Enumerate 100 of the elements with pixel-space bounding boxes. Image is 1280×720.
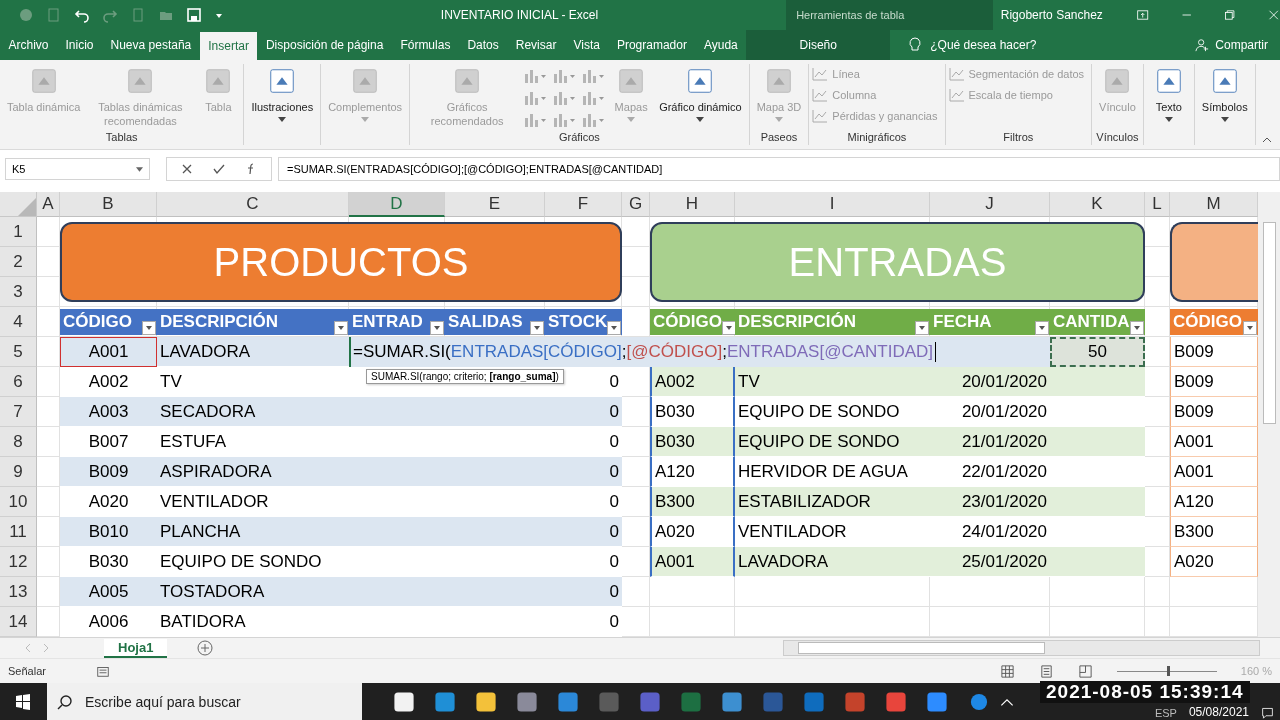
row-header[interactable]: 12 <box>0 547 37 578</box>
add-sheet-icon[interactable] <box>197 640 214 657</box>
collapse-ribbon-icon[interactable] <box>1262 137 1272 144</box>
filter-dropdown-icon[interactable] <box>142 321 156 336</box>
column-header[interactable]: L <box>1145 192 1170 218</box>
check-icon[interactable] <box>213 163 225 176</box>
column-header[interactable]: J <box>930 192 1050 218</box>
table-cell: ESTUFA <box>157 427 349 458</box>
sheet-tab[interactable]: Hoja1 <box>104 638 168 658</box>
ribbon-tab[interactable]: Inicio <box>57 29 103 60</box>
tell-me-search[interactable]: ¿Qué desea hacer? <box>890 29 1037 60</box>
restore-icon[interactable] <box>1223 7 1237 22</box>
ribbon-tab[interactable]: Disposición de página <box>257 29 392 60</box>
save-icon[interactable] <box>186 6 202 23</box>
input-language[interactable]: ESP <box>1154 707 1177 719</box>
app-icon[interactable] <box>474 689 498 714</box>
row-header[interactable]: 11 <box>0 517 37 548</box>
ribbon-tab[interactable]: Vista <box>564 29 609 60</box>
name-box[interactable]: K5 <box>5 158 150 181</box>
horizontal-scrollbar[interactable] <box>783 640 1260 657</box>
row-header[interactable]: 6 <box>0 367 37 398</box>
row-header[interactable]: 8 <box>0 427 37 458</box>
row-header[interactable]: 4 <box>0 307 37 338</box>
column-title: DESCRIPCIÓN <box>738 312 857 333</box>
ribbon-button[interactable]: Texto <box>1146 63 1191 146</box>
sparkline-icon <box>812 88 829 103</box>
column-header[interactable]: I <box>735 192 930 218</box>
column-header[interactable]: F <box>545 192 622 218</box>
filter-dropdown-icon[interactable] <box>721 321 736 336</box>
ribbon-tab[interactable]: Nueva pestaña <box>102 29 200 60</box>
filter-dropdown-icon[interactable] <box>607 321 622 336</box>
table-cell: A120 <box>650 457 735 488</box>
row-header[interactable]: 2 <box>0 247 37 278</box>
app-icon[interactable] <box>392 689 416 714</box>
row-header[interactable]: 5 <box>0 337 37 368</box>
table-cell: 24/01/2020 <box>930 517 1050 548</box>
table-cell: A001 <box>1170 457 1258 488</box>
table-cell: A020 <box>60 487 157 518</box>
cancel-icon[interactable] <box>181 163 193 176</box>
macro-record-icon[interactable] <box>95 664 110 679</box>
page-break-icon[interactable] <box>1077 663 1093 679</box>
column-header[interactable]: D <box>349 192 445 218</box>
vertical-scrollbar[interactable] <box>1258 192 1280 638</box>
ribbon-button[interactable]: Gráfico dinámico <box>655 63 746 132</box>
close-icon[interactable] <box>1266 7 1280 22</box>
active-cell[interactable]: 50 <box>1050 337 1145 368</box>
column-header[interactable]: M <box>1170 192 1258 218</box>
table-cell: A002 <box>650 367 735 398</box>
column-header[interactable]: C <box>157 192 349 218</box>
table-cell: A001 <box>60 337 157 368</box>
ribbon-button[interactable]: Símbolos <box>1197 63 1252 146</box>
table-cell: LAVADORA <box>735 547 930 578</box>
ribbon-tab[interactable]: Revisar <box>507 29 565 60</box>
row-header[interactable]: 1 <box>0 217 37 248</box>
filter-dropdown-icon[interactable] <box>1130 321 1144 336</box>
normal-view-icon[interactable] <box>999 663 1015 679</box>
row-header[interactable]: 3 <box>0 277 37 308</box>
formula-field[interactable]: =SUMAR.SI(ENTRADAS[CÓDIGO];[@CÓDIGO];ENTRADAS[@CANTIDAD] <box>278 157 1280 182</box>
ribbon-tab[interactable]: Archivo <box>0 29 57 60</box>
column-title: CÓDIGO <box>653 312 722 333</box>
ribbon-display-icon[interactable] <box>1136 7 1150 22</box>
row-header[interactable]: 10 <box>0 487 37 518</box>
table-cell: 22/01/2020 <box>930 457 1050 488</box>
table-cell: 0 <box>545 547 622 578</box>
column-header[interactable]: B <box>60 192 157 218</box>
share-button[interactable]: Compartir <box>1189 29 1280 60</box>
table-cell: VENTILADOR <box>157 487 349 518</box>
column-header[interactable]: G <box>622 192 650 218</box>
ribbon-tab[interactable]: Datos <box>458 29 508 60</box>
user-name[interactable]: Rigoberto Sanchez <box>1000 7 1107 22</box>
row-header[interactable]: 7 <box>0 397 37 428</box>
ribbon-tab[interactable]: Programador <box>608 29 696 60</box>
ribbon-tab[interactable]: Insertar <box>199 31 258 60</box>
start-icon[interactable] <box>15 693 31 710</box>
filter-dropdown-icon[interactable] <box>530 321 544 336</box>
page-layout-icon[interactable] <box>1038 663 1054 679</box>
taskbar-date[interactable]: 05/08/2021 <box>1188 705 1249 719</box>
filter-dropdown-icon[interactable] <box>430 321 444 336</box>
filter-dropdown-icon[interactable] <box>1243 321 1257 336</box>
column-header[interactable]: H <box>650 192 735 218</box>
row-header[interactable]: 13 <box>0 577 37 608</box>
notification-icon[interactable] <box>1261 706 1274 719</box>
zoom-slider[interactable] <box>1116 665 1217 678</box>
ribbon-tab[interactable]: Ayuda <box>695 29 747 60</box>
column-header[interactable]: A <box>37 192 60 218</box>
filter-dropdown-icon[interactable] <box>915 321 929 336</box>
taskbar-search-field[interactable]: Escribe aquí para buscar <box>47 683 362 720</box>
ribbon-button[interactable]: Ilustraciones <box>247 63 318 146</box>
filter-dropdown-icon[interactable] <box>334 321 348 336</box>
column-header[interactable]: E <box>445 192 545 218</box>
filter-dropdown-icon[interactable] <box>1035 321 1049 336</box>
column-title: FECHA <box>933 312 992 333</box>
row-header[interactable]: 14 <box>0 607 37 638</box>
column-header[interactable]: K <box>1050 192 1145 218</box>
ribbon-tab[interactable]: Diseño <box>746 29 891 60</box>
table-cell: B030 <box>650 427 735 458</box>
cell-editor[interactable]: =SUMAR.SI(ENTRADAS[CÓDIGO];[@CÓDIGO];ENTRADAS[@CANTIDAD] <box>349 337 1050 368</box>
row-header[interactable]: 9 <box>0 457 37 488</box>
ribbon-tab[interactable]: Fórmulas <box>391 29 459 60</box>
table-cell: 0 <box>545 487 622 518</box>
